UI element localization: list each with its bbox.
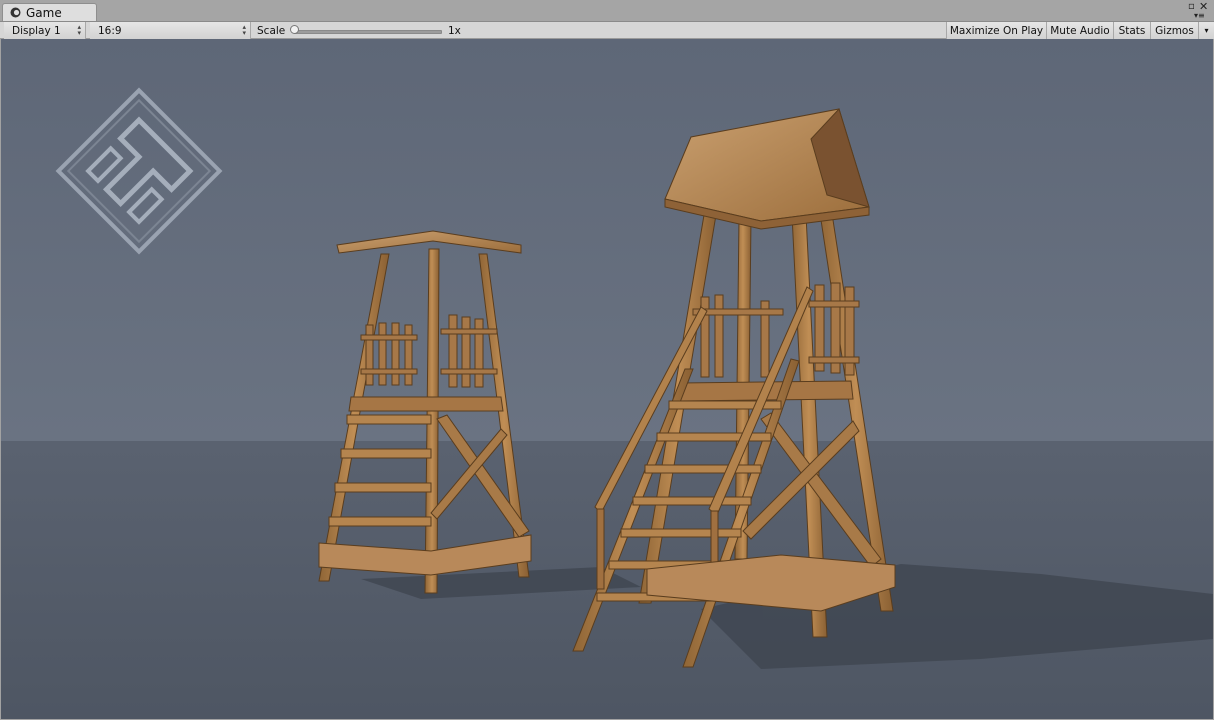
gizmos-dropdown-arrow-icon[interactable]: ▾: [1198, 22, 1214, 39]
display-label: Display 1: [12, 24, 61, 37]
aspect-dropdown[interactable]: 16:9 ▴ ▾: [90, 22, 251, 39]
gizmos-button[interactable]: Gizmos: [1150, 22, 1198, 39]
scale-value: 1x: [448, 24, 461, 37]
game-viewport[interactable]: [1, 39, 1213, 719]
window-tab-strip: Game ▫ ✕ ▾≡: [0, 0, 1214, 22]
updown-arrow-icon: ▴ ▾: [242, 23, 246, 37]
game-icon: [9, 7, 21, 19]
mute-audio-button[interactable]: Mute Audio: [1046, 22, 1113, 39]
scale-slider-track[interactable]: [294, 30, 442, 34]
scale-label: Scale: [257, 24, 286, 37]
display-dropdown[interactable]: Display 1 ▴ ▾: [4, 22, 86, 39]
scene-render: [1, 39, 1213, 719]
sky: [1, 39, 1213, 441]
game-view-toolbar: Display 1 ▴ ▾ 16:9 ▴ ▾ Scale 1x Maximize O…: [0, 22, 1214, 39]
stats-button[interactable]: Stats: [1113, 22, 1150, 39]
maximize-on-play-button[interactable]: Maximize On Play: [946, 22, 1046, 39]
tab-label: Game: [26, 5, 62, 20]
panel-menu-icon[interactable]: ▾≡: [1194, 11, 1205, 20]
tab-game[interactable]: Game: [2, 3, 97, 21]
scale-slider-thumb[interactable]: [290, 25, 299, 34]
updown-arrow-icon: ▴ ▾: [77, 23, 81, 37]
aspect-label: 16:9: [98, 24, 122, 37]
